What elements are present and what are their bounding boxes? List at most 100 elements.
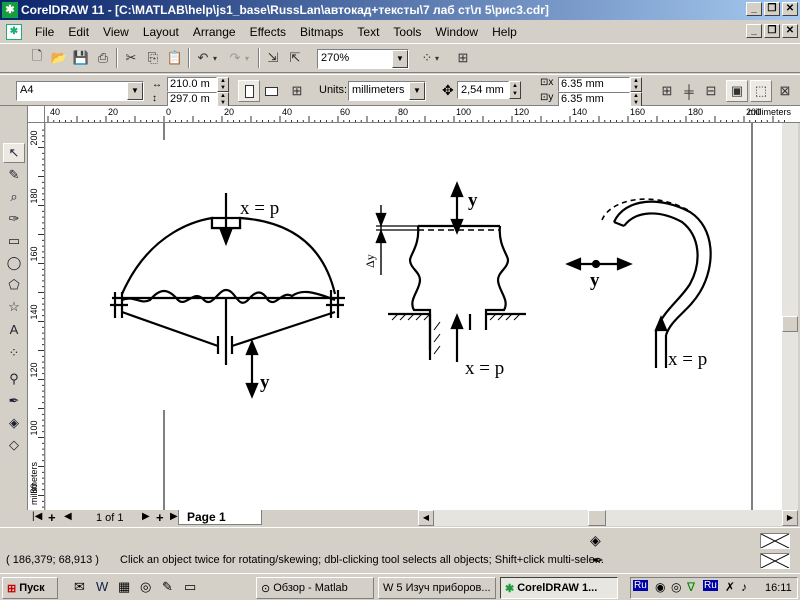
basic-shapes-tool-icon[interactable]: ☆	[3, 297, 25, 317]
coreldraw-app-icon[interactable]: ✱	[2, 2, 18, 18]
doc-minimize-button[interactable]: _	[746, 24, 762, 38]
desktop-icon[interactable]: ▭	[184, 579, 196, 595]
doc-close-button[interactable]: ✕	[782, 24, 798, 38]
copy-icon[interactable]: ⎘	[142, 47, 164, 69]
chevron-down-icon[interactable]: ▼	[409, 82, 425, 100]
corel-online-icon[interactable]: ⊞	[452, 47, 474, 69]
rectangle-tool-icon[interactable]: ▭	[3, 231, 25, 251]
add-page-after-icon[interactable]: +	[156, 510, 164, 525]
height-spinner[interactable]: ▲ ▼	[217, 92, 229, 107]
tray-virus-icon[interactable]: ◎	[671, 580, 681, 594]
tray-tool-icon[interactable]: ✗	[725, 580, 735, 594]
dup-x-spinner[interactable]: ▲ ▼	[630, 77, 642, 92]
options-icon[interactable]: ⊠	[774, 80, 796, 102]
horizontal-scroll-thumb[interactable]	[588, 510, 606, 526]
drawing-canvas[interactable]: x = p y y Δy x = p y x = p	[46, 123, 782, 510]
tray-v-icon[interactable]: ∇	[687, 580, 695, 594]
import-icon[interactable]: ⇲	[262, 47, 284, 69]
minimize-button[interactable]: _	[746, 2, 762, 16]
snap-to-objects-icon[interactable]: ⊟	[700, 80, 722, 102]
treat-as-filled-icon[interactable]: ▣	[726, 80, 748, 102]
add-page-before-icon[interactable]: +	[48, 510, 56, 525]
fill-tool-icon[interactable]: ◈	[3, 413, 25, 433]
page-width-field[interactable]: 210.0 m	[167, 77, 217, 92]
draw-objects-icon[interactable]: ⬚	[750, 80, 772, 102]
launcher-dropdown-icon[interactable]: ▾	[432, 47, 442, 69]
ruler-origin[interactable]	[28, 106, 45, 123]
snap-to-grid-icon[interactable]: ⊞	[656, 80, 678, 102]
fill-swatch[interactable]	[760, 533, 790, 549]
task-word-doc[interactable]: W 5 Изуч приборов...	[378, 577, 496, 599]
outline-swatch[interactable]	[760, 553, 790, 569]
horizontal-scrollbar[interactable]: ◀ ▶	[418, 510, 798, 526]
print-icon[interactable]: ⎙	[92, 47, 114, 69]
nudge-field[interactable]: 2,54 mm	[457, 81, 509, 99]
cut-icon[interactable]: ✂	[120, 47, 142, 69]
new-document-icon[interactable]: 🗋	[26, 47, 48, 69]
ellipse-tool-icon[interactable]: ◯	[3, 253, 25, 273]
chevron-down-icon[interactable]: ▼	[127, 82, 143, 100]
chevron-down-icon[interactable]: ▼	[392, 50, 408, 68]
paste-icon[interactable]: 📋	[164, 47, 186, 69]
width-spinner[interactable]: ▲ ▼	[217, 77, 229, 92]
tray-volume-icon[interactable]: ♪	[741, 580, 747, 594]
vertical-ruler[interactable]: 200 180 160 140 120 100 80 millimeters	[28, 123, 45, 510]
polygon-tool-icon[interactable]: ⬠	[3, 275, 25, 295]
prev-page-icon[interactable]: ◀	[64, 511, 72, 522]
pick-tool-icon[interactable]: ↖	[3, 143, 25, 163]
outlook-icon[interactable]: ✉	[74, 579, 85, 595]
word-icon[interactable]: W	[96, 579, 108, 594]
freehand-tool-icon[interactable]: ✑	[3, 209, 25, 229]
units-combo[interactable]: millimeters ▼	[348, 81, 426, 101]
zoom-combo[interactable]: 270% ▼	[317, 49, 409, 69]
doc-restore-button[interactable]: ❐	[764, 24, 780, 38]
redo-dropdown-icon[interactable]: ▾	[242, 47, 252, 69]
scroll-right-icon[interactable]: ▶	[782, 510, 798, 526]
duplicate-x-field[interactable]: 6.35 mm	[558, 77, 630, 92]
close-button[interactable]: ✕	[782, 2, 798, 16]
zoom-tool-icon[interactable]: ⌕	[3, 187, 25, 207]
start-button[interactable]: ⊞ Пуск	[2, 577, 58, 599]
menu-file[interactable]: File	[28, 25, 61, 39]
interactive-fill-tool-icon[interactable]: ◇	[3, 435, 25, 455]
dup-y-spinner[interactable]: ▲ ▼	[630, 92, 642, 107]
paper-size-combo[interactable]: A4 ▼	[16, 81, 144, 101]
text-tool-icon[interactable]: A	[3, 319, 25, 339]
document-icon[interactable]: ✱	[6, 23, 22, 40]
menu-help[interactable]: Help	[485, 25, 524, 39]
page-height-field[interactable]: 297.0 m	[167, 92, 217, 107]
landscape-icon[interactable]	[260, 80, 282, 102]
menu-layout[interactable]: Layout	[136, 25, 186, 39]
interactive-blend-tool-icon[interactable]: ⁘	[3, 343, 25, 363]
tray-lang-indicator[interactable]: Ru	[633, 580, 648, 591]
portrait-icon[interactable]	[238, 80, 260, 102]
snap-to-guidelines-icon[interactable]: ╪	[678, 80, 700, 102]
figure-membrane[interactable]	[110, 193, 345, 399]
restore-button[interactable]: ❐	[764, 2, 780, 16]
menu-effects[interactable]: Effects	[243, 25, 293, 39]
excel-icon[interactable]: ▦	[118, 579, 130, 595]
eyedropper-tool-icon[interactable]: ⚲	[3, 369, 25, 389]
notepad-icon[interactable]: ✎	[162, 579, 173, 595]
duplicate-y-field[interactable]: 6.35 mm	[558, 92, 630, 107]
task-matlab[interactable]: ⊙ Обзор - Matlab	[256, 577, 374, 599]
scroll-left-icon[interactable]: ◀	[418, 510, 434, 526]
menu-window[interactable]: Window	[428, 25, 485, 39]
vertical-scroll-thumb[interactable]	[782, 316, 798, 332]
first-page-icon[interactable]: |◀	[32, 511, 42, 522]
menu-bitmaps[interactable]: Bitmaps	[293, 25, 350, 39]
nudge-spinner[interactable]: ▲ ▼	[509, 81, 521, 99]
menu-arrange[interactable]: Arrange	[186, 25, 243, 39]
task-coreldraw[interactable]: ✱ CorelDRAW 1...	[500, 577, 618, 599]
tray-lang2-indicator[interactable]: Ru	[703, 580, 718, 591]
vertical-scrollbar[interactable]	[782, 123, 798, 510]
save-icon[interactable]: 💾	[70, 47, 92, 69]
next-page-icon[interactable]: ▶	[142, 511, 150, 522]
open-folder-icon[interactable]: 📂	[48, 47, 70, 69]
page-layout-icon[interactable]: ⊞	[286, 80, 308, 102]
page-tab[interactable]: Page 1	[178, 510, 262, 525]
outline-tool-icon[interactable]: ✒	[3, 391, 25, 411]
tray-media-icon[interactable]: ◉	[655, 580, 665, 594]
figure-bellows[interactable]	[375, 181, 526, 362]
horizontal-ruler[interactable]: 40 20 0 20 40 60 80 100 120 140 160 180 200 millimete…	[28, 106, 800, 123]
